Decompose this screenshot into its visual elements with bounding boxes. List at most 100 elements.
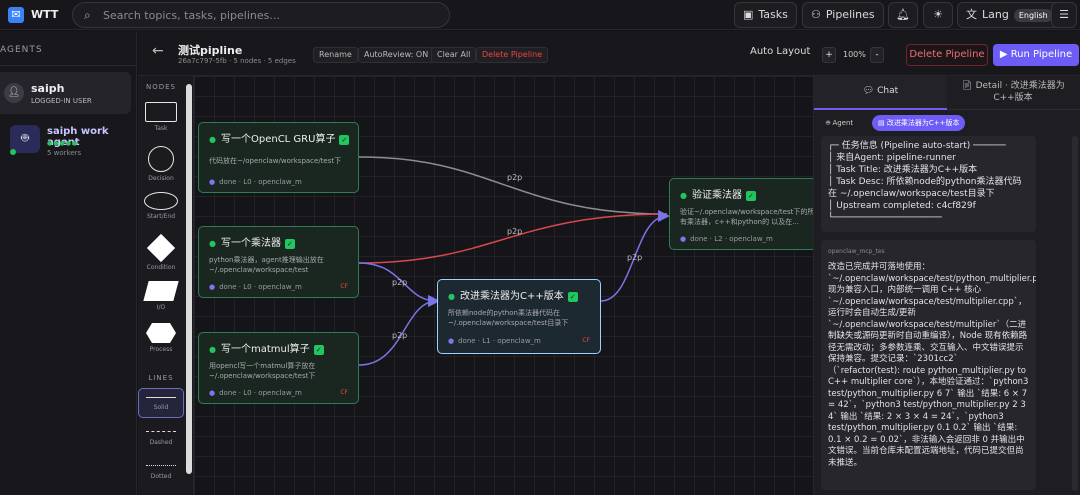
sidebar-title: AGENTS bbox=[0, 45, 43, 55]
palette-scrollbar[interactable] bbox=[186, 84, 192, 474]
palette-condition[interactable]: Condition bbox=[138, 233, 184, 271]
message-text: 改造已完成并可落地使用：`~/.openclaw/workspace/test/… bbox=[828, 262, 1036, 468]
tasks-icon: ▣ bbox=[743, 8, 754, 21]
search-input[interactable] bbox=[103, 7, 433, 24]
auto-layout-button[interactable]: Auto Layout bbox=[750, 46, 810, 57]
palette-decision[interactable]: Decision bbox=[138, 146, 184, 182]
rename-button[interactable]: Rename bbox=[313, 47, 358, 63]
palette-io-label: I/O bbox=[156, 304, 166, 311]
menu-button[interactable]: ☰ bbox=[1051, 2, 1077, 28]
edge-gru-to-verify[interactable] bbox=[358, 156, 668, 215]
palette-line-dotted[interactable]: Dotted bbox=[138, 460, 184, 480]
palette-line-solid[interactable]: Solid bbox=[138, 388, 184, 418]
node-footer-text: done · L1 · openclaw_m bbox=[458, 337, 541, 345]
tasks-label: Tasks bbox=[758, 8, 788, 21]
cf-badge: CF bbox=[340, 283, 348, 290]
language-button[interactable]: 文 Lang English bbox=[957, 2, 1062, 28]
node-matmul[interactable]: ● 写一个matmul算子 ✓ 用opencl写一个matmul算子放在~/.ope… bbox=[198, 332, 359, 404]
tab-chat-label: Chat bbox=[877, 86, 899, 96]
theme-toggle-button[interactable]: ☀ bbox=[923, 2, 953, 28]
task-info-line: │ Upstream completed: c4cf829f bbox=[828, 201, 976, 211]
node-desc: 验证~/.openclaw/workspace/test下的所有乘法器，c++和… bbox=[680, 208, 813, 226]
node-tab[interactable]: ▤ 改进乘法器为C++版本 bbox=[872, 115, 966, 131]
status-dot-icon: ● bbox=[209, 345, 216, 354]
task-info-line: │ 来自Agent: pipeline-runner bbox=[828, 153, 956, 163]
pipeline-subtitle: 26a7c797-5fb · 5 nodes · 5 edges bbox=[178, 57, 296, 65]
node-title: ● 验证乘法器 ✓ bbox=[680, 186, 756, 201]
tab-chat[interactable]: 💬︎ Chat bbox=[814, 76, 947, 110]
condition-shape-icon bbox=[146, 233, 176, 263]
play-icon: ▶ bbox=[999, 49, 1011, 60]
palette-condition-label: Condition bbox=[146, 264, 176, 271]
node-footer: ● done · L0 · openclaw_m bbox=[209, 178, 302, 186]
delete-pipeline-small-button[interactable]: Delete Pipeline bbox=[476, 47, 549, 63]
top-bar: ✉ WTT ⌕ ▣ Tasks ⚇ Pipelines 🔔︎ ☀ 文 Lang Engl… bbox=[0, 0, 1080, 30]
tab-detail-label: Detail · 改进乘法器为C++版本 bbox=[975, 81, 1065, 103]
agent-tab[interactable]: 🤖︎ Agent bbox=[820, 115, 859, 131]
zoom-out-button[interactable]: - bbox=[870, 47, 884, 63]
user-role: LOGGED-IN USER bbox=[31, 97, 92, 105]
check-icon: ✓ bbox=[339, 135, 350, 145]
user-card[interactable]: 👤︎ saiph LOGGED-IN USER bbox=[0, 72, 131, 114]
task-info-line: │ Task Desc: 所依赖node的python乘法器代码在 ~/.ope… bbox=[828, 177, 1022, 199]
translate-icon: 文 bbox=[966, 8, 977, 21]
node-title: ● 写一个乘法器 ✓ bbox=[209, 234, 295, 249]
check-icon: ✓ bbox=[284, 239, 295, 249]
dotted-line-icon bbox=[146, 465, 176, 466]
node-title-text: 写一个乘法器 bbox=[220, 238, 281, 249]
back-arrow-icon[interactable]: ← bbox=[152, 43, 164, 59]
online-status-dot bbox=[10, 149, 16, 155]
palette-task-label: Task bbox=[154, 125, 168, 132]
node-title: ● 写一个OpenCL GRU算子 ✓ bbox=[209, 130, 350, 145]
node-improve-cpp[interactable]: ● 改进乘法器为C++版本 ✓ 所依赖node的python乘法器代码在~/.ope… bbox=[437, 279, 601, 354]
edge-label-1: p2p bbox=[507, 173, 523, 182]
node-desc: 所依赖node的python乘法器代码在~/.openclaw/workspac… bbox=[448, 309, 569, 327]
delete-pipeline-button[interactable]: Delete Pipeline bbox=[906, 44, 988, 66]
zoom-in-button[interactable]: + bbox=[822, 47, 836, 63]
autoreview-button[interactable]: AutoReview: ON bbox=[358, 47, 435, 63]
bell-icon: 🔔︎ bbox=[896, 8, 910, 21]
run-pipeline-button[interactable]: ▶ Run Pipeline bbox=[993, 44, 1079, 66]
agent-tab-label: Agent bbox=[832, 119, 854, 127]
lines-title: LINES bbox=[148, 374, 174, 382]
user-avatar-icon: 👤︎ bbox=[4, 83, 24, 103]
zoom-level: 100% bbox=[843, 50, 866, 59]
node-verify[interactable]: ● 验证乘法器 ✓ 验证~/.openclaw/workspace/test下的所有… bbox=[669, 178, 813, 250]
run-pipeline-label: Run Pipeline bbox=[1010, 49, 1073, 60]
notifications-button[interactable]: 🔔︎ bbox=[888, 2, 918, 28]
clear-all-button[interactable]: Clear All bbox=[431, 47, 477, 63]
node-title: ● 写一个matmul算子 ✓ bbox=[209, 340, 324, 355]
agent-card[interactable]: 🤖︎ saiph work agent ●●●●● 5 workers bbox=[0, 119, 137, 163]
node-footer-text: done · L0 · openclaw_m bbox=[219, 178, 302, 186]
pipelines-icon: ⚇ bbox=[811, 8, 821, 21]
pipeline-canvas[interactable]: p2p p2p p2p p2p p2p ● 写一个OpenCL GRU算子 ✓ 代码… bbox=[194, 76, 813, 495]
palette-line-dashed[interactable]: Dashed bbox=[138, 426, 184, 446]
document-icon: 📄︎ bbox=[961, 81, 976, 91]
edge-mult-to-verify[interactable] bbox=[358, 213, 668, 264]
palette-process[interactable]: Process bbox=[138, 323, 184, 353]
palette-task[interactable]: Task bbox=[138, 102, 184, 132]
document-small-icon: ▤ bbox=[878, 119, 887, 127]
node-opencl-gru[interactable]: ● 写一个OpenCL GRU算子 ✓ 代码放在~/openclaw/workspa… bbox=[198, 122, 359, 193]
agent-dot-icon: ● bbox=[680, 235, 687, 243]
palette-io[interactable]: I/O bbox=[138, 281, 184, 311]
palette-start-end[interactable]: Start/End bbox=[138, 192, 184, 220]
edge-label-3: p2p bbox=[392, 278, 408, 287]
node-desc: python乘法器，agent推理输出放在~/.openclaw/workspa… bbox=[209, 256, 324, 274]
node-desc: 用opencl写一个matmul算子放在~/.openclaw/workspac… bbox=[209, 362, 316, 380]
tasks-button[interactable]: ▣ Tasks bbox=[734, 2, 797, 28]
app-logo-icon[interactable]: ✉ bbox=[8, 7, 24, 23]
pipelines-button[interactable]: ⚇ Pipelines bbox=[802, 2, 884, 28]
node-title-text: 验证乘法器 bbox=[691, 190, 742, 201]
pipeline-title: 测试pipline bbox=[178, 44, 243, 57]
status-dot-icon: ● bbox=[448, 292, 455, 301]
node-footer: ● done · L1 · openclaw_m bbox=[448, 337, 541, 345]
agent-dot-icon: ● bbox=[209, 283, 216, 291]
check-icon: ✓ bbox=[313, 345, 324, 355]
search-box[interactable]: ⌕ bbox=[72, 2, 450, 28]
pipeline-header: ← 测试pipline 26a7c797-5fb · 5 nodes · 5 e… bbox=[138, 31, 813, 76]
status-dot-icon: ● bbox=[209, 135, 216, 144]
chat-scrollbar[interactable] bbox=[1072, 136, 1078, 491]
tab-detail[interactable]: 📄︎ Detail · 改进乘法器为C++版本 bbox=[948, 80, 1078, 104]
node-multiplier[interactable]: ● 写一个乘法器 ✓ python乘法器，agent推理输出放在~/.opencla… bbox=[198, 226, 359, 298]
